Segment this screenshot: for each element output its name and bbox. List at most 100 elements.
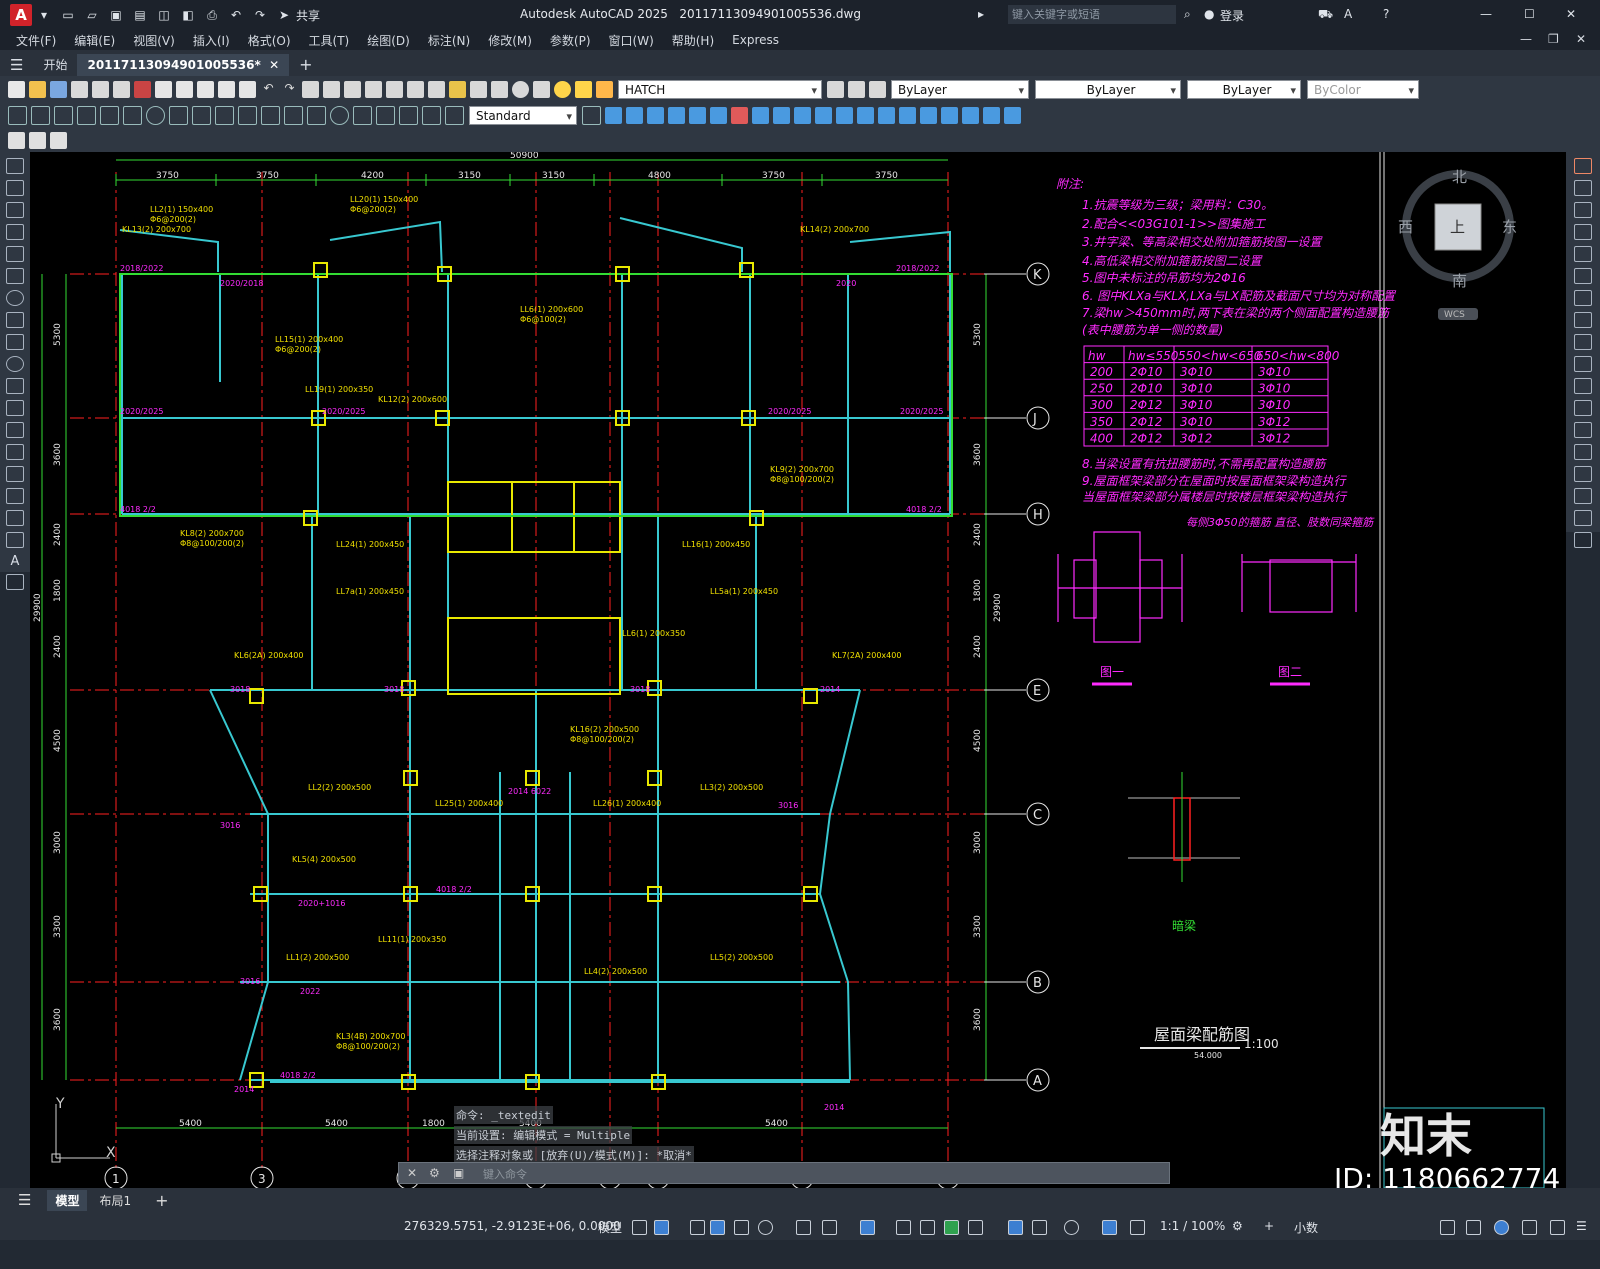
status-customize-icon[interactable]: ☰	[1576, 1219, 1587, 1233]
modify-tool-icon-3[interactable]	[647, 106, 664, 124]
qnew-icon[interactable]	[8, 80, 25, 98]
dim-text-edit-icon[interactable]	[422, 105, 441, 125]
polar-icon[interactable]	[758, 1220, 773, 1235]
design-center-icon[interactable]	[407, 80, 424, 98]
undo-icon[interactable]: ↶	[227, 7, 245, 23]
quick-dim-icon[interactable]	[192, 105, 211, 125]
cut-icon[interactable]	[155, 80, 172, 98]
layer-dropdown[interactable]: HATCH	[618, 79, 822, 100]
annotation-scale[interactable]: 1:1 / 100%	[1160, 1219, 1225, 1233]
dim-update-icon[interactable]	[445, 105, 464, 125]
menu-modify[interactable]: 修改(M)	[488, 32, 532, 49]
search-arrow-icon[interactable]: ▸	[978, 7, 984, 21]
3d-osnap-icon[interactable]	[968, 1220, 983, 1235]
hamburger-icon[interactable]: ☰	[0, 54, 33, 76]
modify-tool-icon-4[interactable]	[668, 106, 685, 124]
modify-tool-icon-2[interactable]	[626, 106, 643, 124]
ellipse-icon[interactable]	[6, 356, 24, 372]
save-tool-icon[interactable]	[50, 80, 67, 98]
polygon-icon[interactable]	[6, 224, 24, 240]
text-style-dropdown[interactable]: Standard	[469, 105, 577, 126]
insert-block-icon[interactable]	[6, 400, 24, 416]
new-file-icon[interactable]: ▭	[59, 7, 77, 23]
dynamic-ucs-icon[interactable]	[1008, 1220, 1023, 1235]
units-dropdown[interactable]: 小数	[1294, 1219, 1318, 1236]
copy-icon[interactable]	[176, 80, 193, 98]
tab-start[interactable]: 开始	[33, 54, 77, 76]
lineweight-dropdown[interactable]: ByLayer	[1187, 79, 1301, 100]
compass-east[interactable]: 东	[1502, 218, 1517, 236]
dim-space-icon[interactable]	[261, 105, 280, 125]
compass-south[interactable]: 南	[1452, 272, 1467, 290]
layer-lock-icon[interactable]	[596, 80, 613, 98]
matchprop-icon[interactable]	[218, 80, 235, 98]
layer-state-icon[interactable]	[869, 80, 886, 98]
blend-icon[interactable]	[1574, 510, 1592, 526]
web-open-icon[interactable]: ◫	[155, 7, 173, 23]
compass-north[interactable]: 北	[1452, 168, 1467, 186]
layout-menu-icon[interactable]: ☰	[18, 1191, 31, 1209]
modify-tool-icon-13[interactable]	[878, 106, 895, 124]
annotation-monitor-icon[interactable]: +	[1264, 1219, 1274, 1233]
modify-tool-icon-16[interactable]	[941, 106, 958, 124]
lineweight-icon[interactable]	[896, 1220, 911, 1235]
properties-icon[interactable]	[386, 80, 403, 98]
zoom-window-icon[interactable]	[344, 80, 361, 98]
redo-tool-icon[interactable]: ↷	[281, 81, 298, 98]
menu-tools[interactable]: 工具(T)	[309, 32, 350, 49]
circle-icon[interactable]	[6, 290, 24, 306]
zoom-realtime-icon[interactable]	[323, 80, 340, 98]
login-button[interactable]: 登录	[1220, 7, 1244, 24]
modify-tool-icon-10[interactable]	[815, 106, 832, 124]
ortho-icon[interactable]	[734, 1220, 749, 1235]
modify-tool-icon-15[interactable]	[920, 106, 937, 124]
hatch-icon[interactable]	[6, 466, 24, 482]
modify-tool-icon-17[interactable]	[962, 106, 979, 124]
wcs-label[interactable]: WCS	[1444, 310, 1465, 320]
menu-dimension[interactable]: 标注(N)	[428, 32, 470, 49]
menu-help[interactable]: 帮助(H)	[672, 32, 714, 49]
view-cube-top[interactable]: 上	[1450, 218, 1465, 236]
mirror-icon[interactable]	[1574, 202, 1592, 218]
clean-screen-icon[interactable]	[1550, 1220, 1565, 1235]
linetype-dropdown[interactable]: ByLayer	[1035, 79, 1181, 100]
command-input[interactable]: 键入命令	[483, 1166, 527, 1182]
gizmo-icon[interactable]	[1064, 1220, 1079, 1235]
extra-tool-icon-1[interactable]	[8, 131, 25, 149]
command-close-icon[interactable]: ✕	[407, 1166, 417, 1180]
scale-icon[interactable]	[1574, 312, 1592, 328]
doc-minimize-icon[interactable]: —	[1520, 32, 1532, 46]
selection-filter-icon[interactable]	[1032, 1220, 1047, 1235]
linear-dim-icon[interactable]	[8, 105, 27, 125]
command-customize-icon[interactable]: ⚙	[429, 1166, 440, 1180]
3dprint-icon[interactable]	[134, 80, 151, 98]
close-icon[interactable]: ✕	[1566, 7, 1576, 21]
line-icon[interactable]	[6, 158, 24, 174]
drawing-svg[interactable]: LL2(1) 150x400Φ6@200(2) LL20(1) 150x400Φ…	[30, 152, 1566, 1188]
extra-tool-icon-3[interactable]	[50, 131, 67, 149]
menu-express[interactable]: Express	[732, 33, 779, 47]
modify-tool-icon-6[interactable]	[710, 106, 727, 124]
help-tool-icon[interactable]	[512, 80, 529, 98]
multiline-text-icon[interactable]: A	[7, 554, 23, 569]
modify-tool-icon-9[interactable]	[794, 106, 811, 124]
gradient-icon[interactable]	[6, 488, 24, 504]
inspection-icon[interactable]	[353, 105, 372, 125]
menu-file[interactable]: 文件(F)	[16, 32, 56, 49]
transparency-icon[interactable]	[920, 1220, 935, 1235]
plot-icon[interactable]: ⎙	[203, 7, 221, 23]
doc-close-icon[interactable]: ✕	[1576, 32, 1586, 46]
extra-tool-icon-2[interactable]	[29, 131, 46, 149]
join-icon[interactable]	[1574, 444, 1592, 460]
undo-tool-icon[interactable]: ↶	[260, 81, 277, 98]
offset-icon[interactable]	[1574, 224, 1592, 240]
redo-icon[interactable]: ↷	[251, 7, 269, 23]
save-icon[interactable]: ▣	[107, 7, 125, 23]
infer-icon[interactable]	[690, 1220, 705, 1235]
modify-tool-icon-8[interactable]	[773, 106, 790, 124]
preview-icon[interactable]	[92, 80, 109, 98]
tab-drawing[interactable]: 20117113094901005536* ✕	[77, 54, 290, 76]
menu-insert[interactable]: 插入(I)	[193, 32, 230, 49]
fillet-icon[interactable]	[1574, 488, 1592, 504]
web-save-icon[interactable]: ◧	[179, 7, 197, 23]
